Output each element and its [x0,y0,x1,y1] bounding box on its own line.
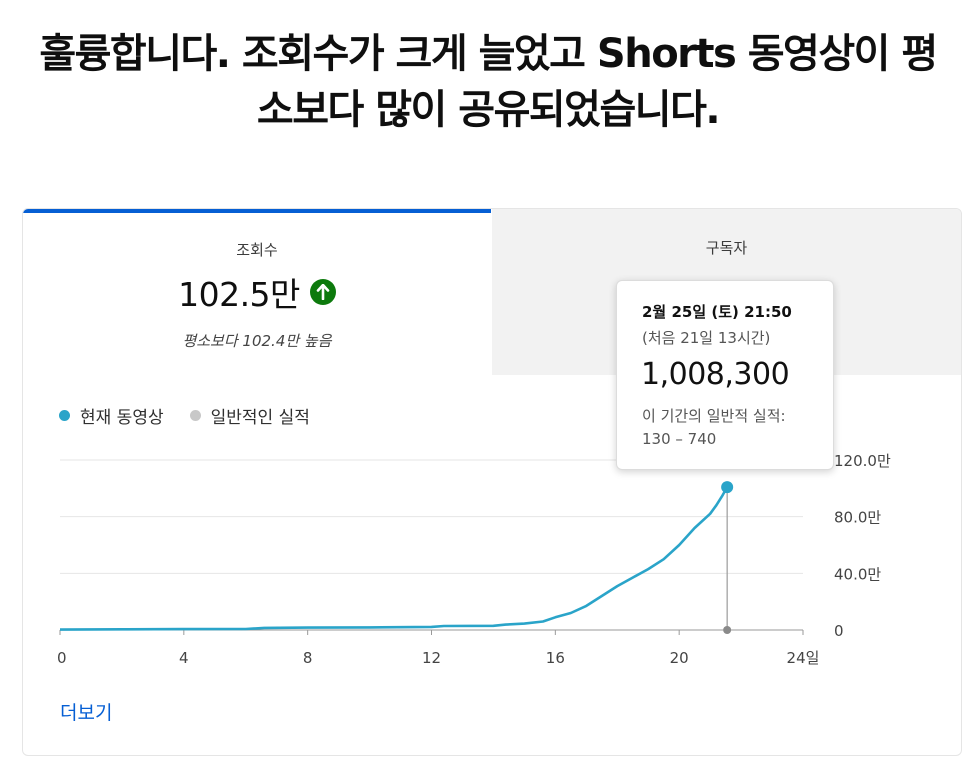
series-current-point [721,481,734,494]
chart-tooltip: 2월 25일 (토) 21:50 (처음 21일 13시간) 1,008,300… [616,280,834,470]
tooltip-typical-range: 130 – 740 [642,430,717,448]
x-tick-label: 12 [422,649,441,667]
more-link[interactable]: 더보기 [60,698,112,725]
y-tick-label: 80.0만 [834,509,881,527]
headline-line-2: 소보다 많이 공유되었습니다. [256,87,721,133]
headline-line-1: 훌륭합니다. 조회수가 크게 늘었고 Shorts 동영상이 평 [39,31,938,77]
tooltip-value: 1,008,300 [641,357,790,392]
tooltip-elapsed: (처음 21일 13시간) [642,329,771,347]
tooltip-date: 2월 25일 (토) 21:50 [642,303,792,321]
x-tick-label: 4 [179,649,189,667]
page-headline: 훌륭합니다. 조회수가 크게 늘었고 Shorts 동영상이 평 소보다 많이 … [0,26,976,138]
x-tick-label: 0 [57,649,67,667]
x-tick-label: 8 [303,649,313,667]
y-tick-label: 0 [834,622,844,640]
x-tick-label: 20 [670,649,689,667]
series-typical-point [723,626,732,634]
x-tick-label: 16 [546,649,565,667]
y-tick-label: 120.0만 [834,452,891,470]
x-tick-label: 24일 [787,649,820,667]
y-tick-label: 40.0만 [834,565,881,583]
series-current-line [59,486,729,631]
tooltip-typical-label: 이 기간의 일반적 실적: [642,407,786,425]
